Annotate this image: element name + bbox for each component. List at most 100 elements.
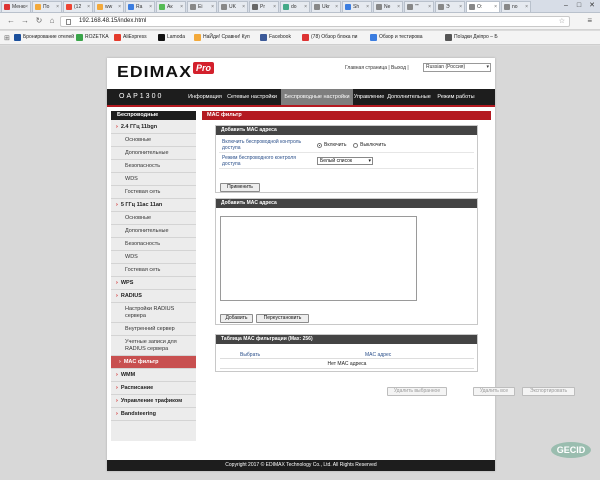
- sidebar-item[interactable]: Основные: [111, 212, 196, 225]
- minimize-button[interactable]: –: [560, 0, 572, 11]
- export-button[interactable]: Экспортировать: [522, 387, 575, 396]
- bookmark-item[interactable]: Поїздки Дніпро – Б: [445, 33, 498, 42]
- browser-tab[interactable]: По ×: [32, 1, 62, 12]
- back-icon[interactable]: ←: [6, 16, 16, 26]
- browser-tab[interactable]: Sh ×: [342, 1, 372, 12]
- browser-tab[interactable]: UK ×: [218, 1, 248, 12]
- bookmark-item[interactable]: (78) Обзор блока пи: [302, 33, 357, 42]
- sidebar-item[interactable]: WDS: [111, 251, 196, 264]
- sidebar-item[interactable]: › WPS: [111, 277, 196, 290]
- tab-info[interactable]: Информация: [187, 89, 223, 105]
- sidebar-item[interactable]: › 5 ГГц 11ac 11an: [111, 199, 196, 212]
- tab-close-icon[interactable]: ×: [397, 2, 400, 12]
- tab-close-icon[interactable]: ×: [335, 2, 338, 12]
- bookmark-item[interactable]: НаЙди! Сравни! Куп: [194, 33, 250, 42]
- sidebar-item[interactable]: › Расписание: [111, 382, 196, 395]
- bookmark-item[interactable]: Facebook: [260, 33, 291, 42]
- bookmark-item[interactable]: Обзор и тестирова: [370, 33, 423, 42]
- sidebar-item[interactable]: Основные: [111, 134, 196, 147]
- browser-tab[interactable]: Э ×: [435, 1, 465, 12]
- sidebar-item[interactable]: Учетные записи для RADIUS сервера: [111, 336, 196, 356]
- mac-address-input[interactable]: [220, 216, 417, 301]
- browser-tab[interactable]: ww ×: [94, 1, 124, 12]
- chevron-right-icon: ›: [116, 280, 118, 286]
- browser-tab[interactable]: "" ×: [404, 1, 434, 12]
- bookmark-item[interactable]: AliExpress: [114, 33, 147, 42]
- reload-icon[interactable]: ↻: [34, 16, 44, 26]
- sidebar-item[interactable]: Безопасность: [111, 238, 196, 251]
- tab-network[interactable]: Сетевые настройки: [223, 89, 281, 105]
- browser-tab[interactable]: Меню ×: [1, 1, 31, 12]
- sidebar-item[interactable]: › 2.4 ГГц 11bgn: [111, 121, 196, 134]
- sidebar-item[interactable]: › RADIUS: [111, 290, 196, 303]
- url-input[interactable]: 192.168.48.15/index.html ☆: [60, 16, 570, 27]
- router-app: EDIMAX Pro Главная страница | Выход | Ru…: [107, 58, 575, 471]
- tab-close-icon[interactable]: ×: [428, 2, 431, 12]
- browser-tab[interactable]: Ne ×: [373, 1, 403, 12]
- bookmark-item[interactable]: ROZETKA: [76, 33, 109, 42]
- tab-close-icon[interactable]: ×: [242, 2, 245, 12]
- sidebar-title: Беспроводные: [111, 111, 196, 120]
- browser-tab[interactable]: Ukr ×: [311, 1, 341, 12]
- tab-close-icon[interactable]: ×: [459, 2, 462, 12]
- star-icon[interactable]: ☆: [559, 17, 565, 26]
- tab-close-icon[interactable]: ×: [149, 2, 152, 12]
- apply-button[interactable]: Применить: [220, 183, 260, 192]
- tab-close-icon[interactable]: ×: [180, 2, 183, 12]
- sidebar-item[interactable]: WDS: [111, 173, 196, 186]
- header-links[interactable]: Главная страница | Выход |: [345, 65, 409, 71]
- delete-all-button[interactable]: Удалить все: [473, 387, 515, 396]
- add-button[interactable]: Добавить: [220, 314, 253, 323]
- delete-selected-button[interactable]: Удалить выбранное: [387, 387, 447, 396]
- maximize-button[interactable]: □: [573, 0, 585, 11]
- browser-tab[interactable]: Ra ×: [125, 1, 155, 12]
- sidebar-item[interactable]: Дополнительные: [111, 225, 196, 238]
- browser-tab[interactable]: (12 ×: [63, 1, 93, 12]
- mode-select[interactable]: Белый список ▾: [317, 157, 373, 165]
- tab-close-icon[interactable]: ×: [304, 2, 307, 12]
- tab-wireless[interactable]: Беспроводные настройки: [281, 89, 353, 105]
- browser-tab[interactable]: Ei ×: [187, 1, 217, 12]
- browser-tab[interactable]: O: ×: [466, 1, 500, 12]
- sidebar-item[interactable]: Гостевая сеть: [111, 186, 196, 199]
- sidebar-item[interactable]: › Bandsteering: [111, 408, 196, 421]
- bookmark-item[interactable]: Бронирование отелей: [14, 33, 74, 42]
- browser-tab[interactable]: Pr ×: [249, 1, 279, 12]
- apps-icon[interactable]: ⊞: [4, 34, 10, 42]
- tab-label: no: [512, 4, 518, 10]
- tab-label: Э: [446, 4, 450, 10]
- tab-close-icon[interactable]: ×: [25, 2, 28, 12]
- bookmark-label: Поїздки Дніпро – Б: [454, 34, 498, 40]
- tab-close-icon[interactable]: ×: [118, 2, 121, 12]
- tab-close-icon[interactable]: ×: [366, 2, 369, 12]
- home-icon[interactable]: ⌂: [47, 16, 57, 26]
- sidebar-item[interactable]: Настройки RADIUS сервера: [111, 303, 196, 323]
- forward-icon[interactable]: →: [20, 16, 30, 26]
- tab-operation-mode[interactable]: Режим работы: [433, 89, 479, 105]
- browser-tab[interactable]: no ×: [501, 1, 531, 12]
- sidebar-item[interactable]: Внутренний сервер: [111, 323, 196, 336]
- sidebar-item[interactable]: › WMM: [111, 369, 196, 382]
- sidebar-item[interactable]: Дополнительные: [111, 147, 196, 160]
- tab-close-icon[interactable]: ×: [273, 2, 276, 12]
- tab-management[interactable]: Управление: [353, 89, 385, 105]
- menu-icon[interactable]: ≡: [587, 16, 592, 25]
- sidebar-item[interactable]: Гостевая сеть: [111, 264, 196, 277]
- tab-close-icon[interactable]: ×: [494, 2, 497, 12]
- language-select[interactable]: Russian (Россия) ▾: [423, 63, 491, 72]
- tab-advanced[interactable]: Дополнительные: [385, 89, 433, 105]
- reset-button[interactable]: Переустановить: [256, 314, 309, 323]
- tab-close-icon[interactable]: ×: [525, 2, 528, 12]
- tab-close-icon[interactable]: ×: [56, 2, 59, 12]
- close-window-button[interactable]: ✕: [586, 0, 598, 11]
- tab-close-icon[interactable]: ×: [87, 2, 90, 12]
- sidebar-item[interactable]: › Управление трафиком: [111, 395, 196, 408]
- tab-close-icon[interactable]: ×: [211, 2, 214, 12]
- enable-on-radio[interactable]: [317, 142, 322, 148]
- bookmark-item[interactable]: Lamoda: [158, 33, 185, 42]
- browser-tab[interactable]: Ак ×: [156, 1, 186, 12]
- enable-off-radio[interactable]: [353, 142, 359, 148]
- sidebar-item[interactable]: › MAC фильтр: [111, 356, 196, 369]
- sidebar-item[interactable]: Безопасность: [111, 160, 196, 173]
- browser-tab[interactable]: do ×: [280, 1, 310, 12]
